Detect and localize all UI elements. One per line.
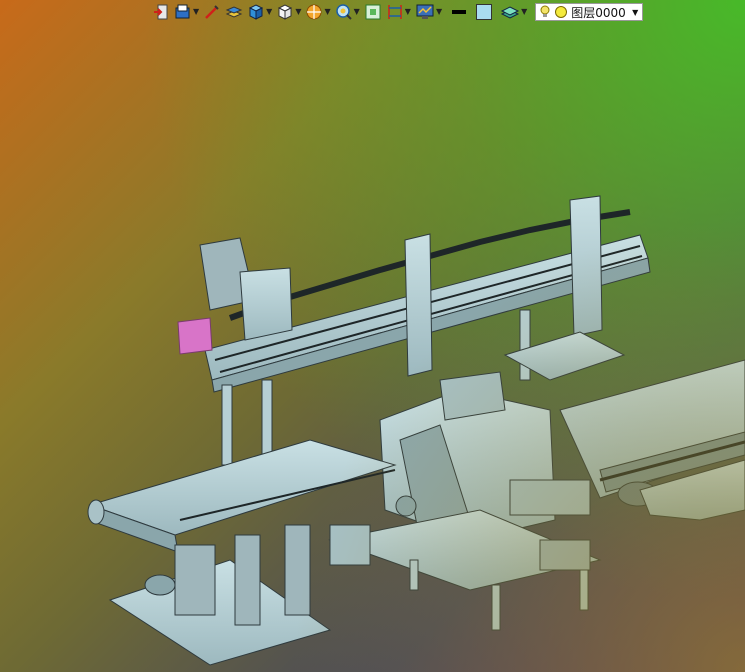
- exit-button[interactable]: [152, 1, 170, 23]
- sketch-icon: [205, 5, 219, 19]
- section-icon: [306, 4, 322, 20]
- zoom-button[interactable]: ▼: [335, 1, 360, 23]
- chevron-down-icon[interactable]: ▼: [405, 8, 411, 16]
- lightbulb-icon[interactable]: [539, 5, 551, 19]
- zoom-icon: [335, 4, 352, 20]
- wire-cube-icon: [278, 4, 293, 20]
- dimension-button[interactable]: ▼: [386, 1, 411, 23]
- monitor-button[interactable]: ▼: [415, 1, 442, 23]
- frame-button[interactable]: [364, 1, 382, 23]
- motor-part: [177, 317, 213, 355]
- sketch-button[interactable]: [203, 1, 221, 23]
- gantry-beam: [204, 234, 649, 381]
- layer-color-icon[interactable]: [554, 5, 568, 19]
- view-cube-icon: [249, 4, 264, 20]
- open-model-button[interactable]: ▼: [174, 1, 199, 23]
- chevron-down-icon[interactable]: ▼: [521, 8, 527, 16]
- line-weight-button[interactable]: [450, 1, 468, 23]
- open-model-icon: [175, 4, 190, 19]
- viewport-toolbar: ▼ ▼ ▼ ▼ ▼ ▼ ▼ ▼ 图层0000 ▼: [152, 0, 715, 24]
- view-cube-button[interactable]: ▼: [247, 1, 272, 23]
- chevron-down-icon[interactable]: ▼: [632, 8, 638, 17]
- frame-icon: [365, 4, 381, 20]
- stack-button[interactable]: [225, 1, 243, 23]
- machine-model[interactable]: [0, 0, 745, 672]
- wire-cube-button[interactable]: ▼: [276, 1, 301, 23]
- left-conveyor: [88, 439, 397, 536]
- fill-color-icon: [476, 4, 493, 20]
- layer-name: 图层0000: [571, 5, 626, 20]
- fill-color-button[interactable]: [476, 1, 493, 23]
- exit-icon: [154, 4, 168, 20]
- chevron-down-icon[interactable]: ▼: [354, 8, 360, 16]
- 3d-viewport[interactable]: ▼ ▼ ▼ ▼ ▼ ▼ ▼ ▼ 图层0000 ▼: [0, 0, 745, 672]
- stack-icon: [225, 6, 243, 18]
- right-conveyor: [559, 359, 745, 499]
- monitor-icon: [416, 4, 434, 19]
- chevron-down-icon[interactable]: ▼: [324, 8, 330, 16]
- section-button[interactable]: ▼: [305, 1, 331, 23]
- chevron-down-icon[interactable]: ▼: [193, 8, 199, 16]
- dimension-icon: [388, 5, 402, 19]
- layers-button[interactable]: ▼: [500, 1, 527, 23]
- chevron-down-icon[interactable]: ▼: [436, 8, 442, 16]
- layers-icon: [500, 6, 520, 19]
- chevron-down-icon[interactable]: ▼: [266, 8, 272, 16]
- layer-dropdown[interactable]: 图层0000 ▼: [535, 3, 644, 21]
- line-weight-icon: [452, 10, 467, 14]
- chevron-down-icon[interactable]: ▼: [295, 8, 301, 16]
